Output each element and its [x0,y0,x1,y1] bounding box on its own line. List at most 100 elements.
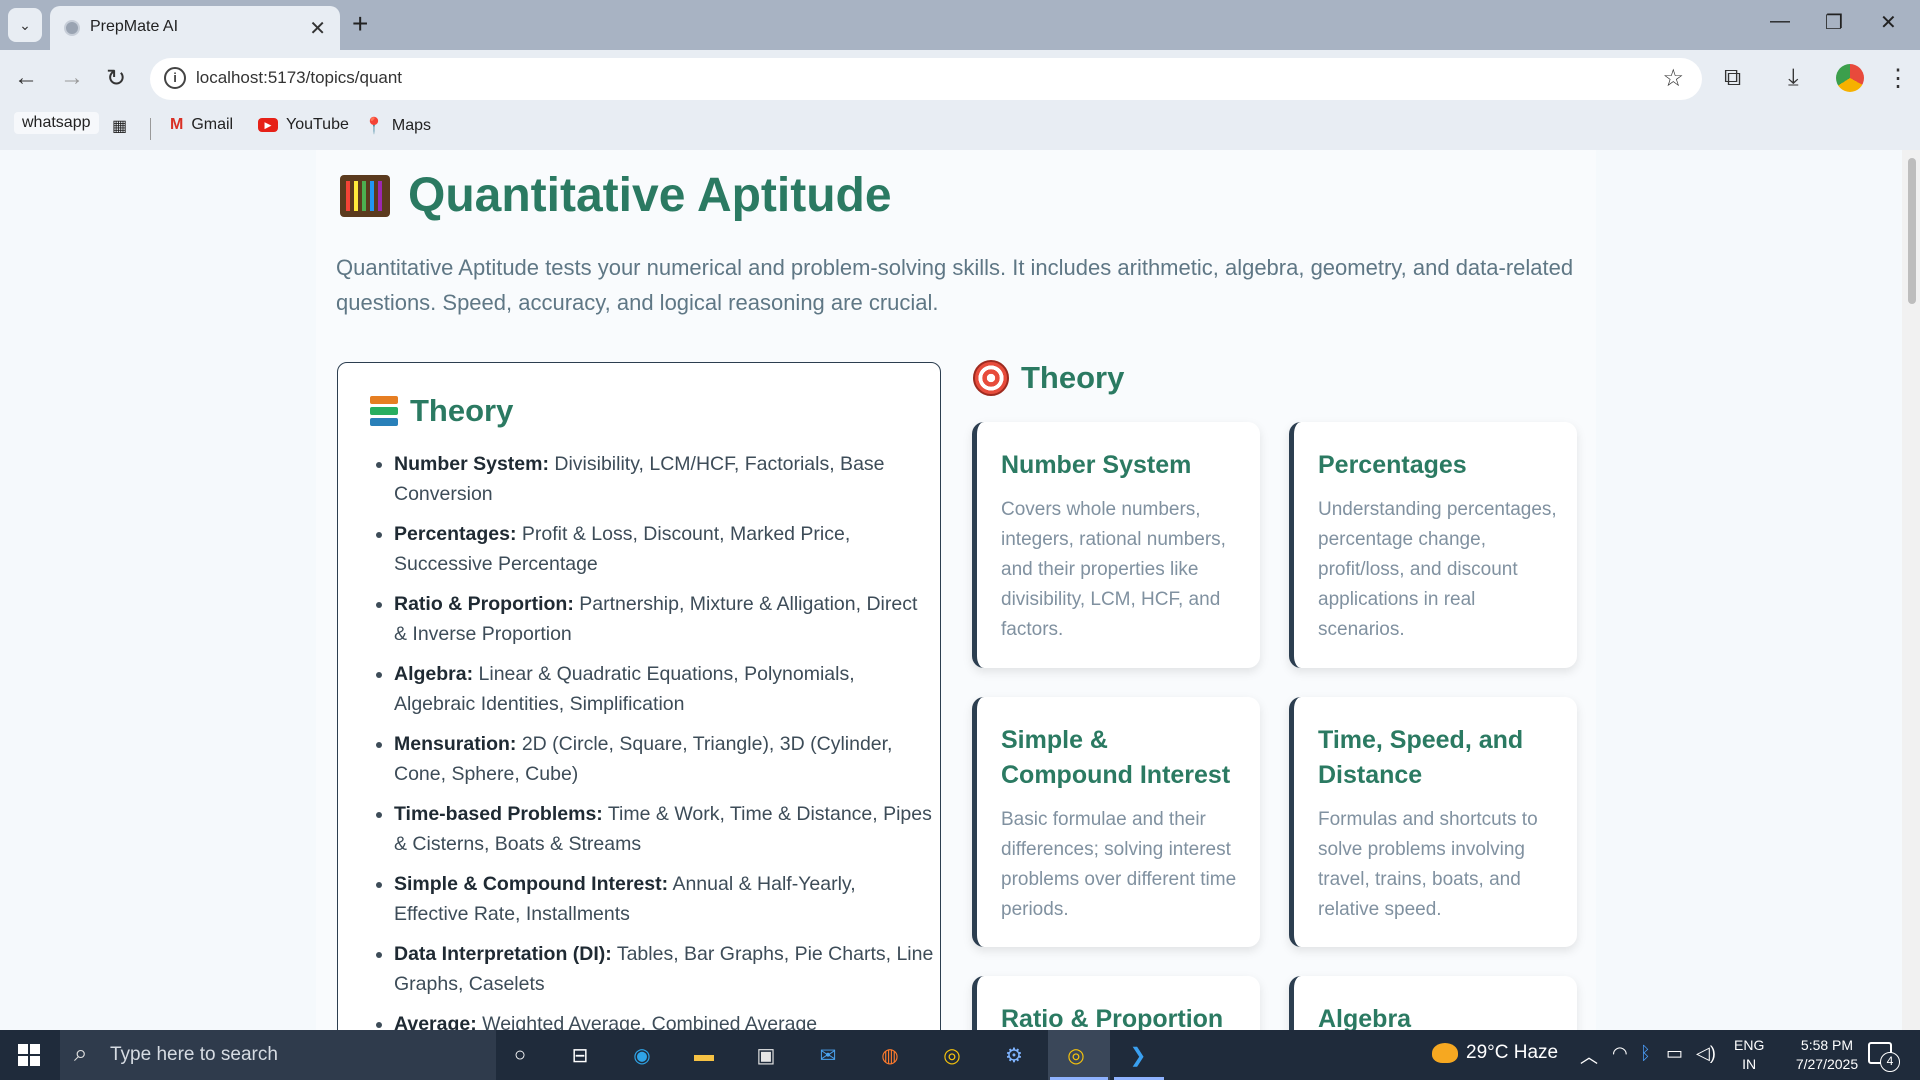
list-item-label: Simple & Compound Interest: [394,873,669,895]
tab-search-chevron-icon[interactable]: ⌄ [8,8,42,42]
clock-date: 7/27/2025 [1795,1056,1859,1072]
back-arrow-icon[interactable]: ← [14,64,38,92]
weather-haze-icon [1432,1043,1458,1063]
theory-card: Theory Number System: Divisibility, LCM/… [337,362,941,1030]
app-blue-icon[interactable]: ⚙ [998,1040,1030,1070]
list-item-label: Number System: [394,453,549,475]
page-title: Quantitative Aptitude [340,168,892,223]
list-item: Average: Weighted Average, Combined Aver… [394,1009,934,1030]
url-text[interactable]: localhost:5173/topics/quant [196,68,402,88]
reload-icon[interactable]: ↻ [106,64,126,93]
task-view-icon[interactable]: ⊟ [564,1040,596,1070]
bookmark-gmail-label: Gmail [191,116,234,133]
topic-card-title: Time, Speed, and Distance [1318,726,1524,789]
abacus-icon [340,174,390,217]
new-tab-button[interactable]: + [352,8,368,40]
profile-avatar[interactable] [1836,64,1864,92]
windows-taskbar: ⌕ Type here to search ○ ⊟ ◉ ▬ ▣ ✉ ◍ ◎ ⚙ … [0,1030,1920,1080]
gmail-icon: M [170,116,184,133]
list-item: Percentages: Profit & Loss, Discount, Ma… [394,519,934,579]
list-item: Time-based Problems: Time & Work, Time &… [394,799,934,859]
bookmark-youtube[interactable]: ▶ YouTube [258,116,349,134]
topic-card-ratio-proportion[interactable]: Ratio & Proportion [972,976,1260,1030]
language-region: IN [1742,1056,1757,1072]
page-scrollbar[interactable] [1902,150,1920,1030]
bookmark-gmail[interactable]: M Gmail [170,116,233,134]
bookmark-maps-label: Maps [391,117,432,134]
chrome-icon[interactable]: ◎ [936,1040,968,1070]
notification-count: 4 [1880,1052,1900,1072]
edge-browser-icon[interactable]: ◉ [626,1040,658,1070]
cortana-circle-icon[interactable]: ○ [504,1040,536,1070]
vscode-icon[interactable]: ❯ [1122,1040,1154,1070]
bookmark-maps[interactable]: 📍 Maps [364,116,431,136]
list-item: Algebra: Linear & Quadratic Equations, P… [394,659,934,719]
page-viewport: Quantitative Aptitude Quantitative Aptit… [0,150,1920,1030]
youtube-icon: ▶ [258,118,278,132]
firefox-icon[interactable]: ◍ [874,1040,906,1070]
bookmark-youtube-label: YouTube [286,116,349,133]
tab-close-icon[interactable]: ✕ [309,16,326,41]
bluetooth-icon[interactable]: ᛒ [1640,1043,1651,1064]
extensions-icon[interactable]: ⧉ [1724,64,1741,92]
topic-card-desc: Covers whole numbers, integers, rational… [1001,499,1226,640]
bookmark-whatsapp[interactable]: whatsapp [14,112,99,134]
taskbar-clock[interactable]: 5:58 PM 7/27/2025 [1772,1036,1882,1074]
tray-chevron-up-icon[interactable]: ︿ [1580,1043,1598,1069]
download-icon[interactable]: ⤓ [1788,64,1799,92]
theory-card-title: Theory [410,393,514,428]
bookmarks-bar: whatsapp ▦ M Gmail ▶ YouTube 📍 Maps [0,108,1920,148]
clock-time: 5:58 PM [1800,1037,1854,1053]
list-item-text: Weighted Average, Combined Average [476,1013,818,1030]
topic-card-title: Percentages [1318,451,1467,479]
theory-card-heading: Theory [370,393,513,429]
forward-arrow-icon[interactable]: → [60,64,84,92]
chrome-active-icon[interactable]: ◎ [1060,1040,1092,1070]
theory-topic-list: Number System: Divisibility, LCM/HCF, Fa… [370,449,934,1030]
mail-icon[interactable]: ✉ [812,1040,844,1070]
list-item-label: Data Interpretation (DI): [394,943,612,965]
topic-card-title: Simple & Compound Interest [1001,726,1231,789]
site-info-icon[interactable]: i [164,67,186,89]
weather-text: 29°C Haze [1466,1042,1559,1063]
list-item-label: Percentages: [394,523,517,545]
list-item-label: Algebra: [394,663,474,685]
intro-paragraph: Quantitative Aptitude tests your numeric… [336,255,1574,315]
address-bar[interactable]: i localhost:5173/topics/quant ☆ [150,58,1702,100]
tab-title: PrepMate AI [90,18,179,35]
close-window-button[interactable]: ✕ [1880,10,1897,35]
apps-grid-icon[interactable]: ▦ [112,116,127,136]
scrollbar-thumb[interactable] [1908,158,1916,304]
list-item-label: Time-based Problems: [394,803,603,825]
topic-card-algebra[interactable]: Algebra [1289,976,1577,1030]
minimize-button[interactable]: — [1770,10,1790,33]
tab-bar: ⌄ PrepMate AI ✕ + — ❐ ✕ [0,0,1920,50]
topic-card-desc: Basic formulae and their differences; so… [1001,809,1237,920]
file-explorer-icon[interactable]: ▬ [688,1040,720,1070]
maps-pin-icon: 📍 [364,118,384,135]
topic-card-desc: Formulas and shortcuts to solve problems… [1318,809,1538,920]
right-theory-title: Theory [1021,360,1125,395]
topic-card-percentages[interactable]: Percentages Understanding percentages, p… [1289,422,1577,668]
taskbar-search[interactable]: ⌕ Type here to search [60,1030,496,1080]
topic-card-simple-compound-interest[interactable]: Simple & Compound Interest Basic formula… [972,697,1260,947]
menu-kebab-icon[interactable]: ⋮ [1886,64,1910,93]
browser-tab[interactable]: PrepMate AI ✕ [50,6,340,50]
topic-card-number-system[interactable]: Number System Covers whole numbers, inte… [972,422,1260,668]
list-item: Mensuration: 2D (Circle, Square, Triangl… [394,729,934,789]
language-indicator[interactable]: ENG IN [1734,1036,1764,1074]
topic-card-time-speed-distance[interactable]: Time, Speed, and Distance Formulas and s… [1289,697,1577,947]
list-item: Number System: Divisibility, LCM/HCF, Fa… [394,449,934,509]
microsoft-store-icon[interactable]: ▣ [750,1040,782,1070]
battery-icon[interactable]: ▭ [1666,1043,1683,1064]
weather-widget[interactable]: 29°C Haze [1432,1042,1558,1064]
volume-icon[interactable]: ◁) [1696,1043,1716,1064]
language-code: ENG [1734,1037,1765,1053]
windows-start-icon[interactable] [18,1044,40,1066]
bookmark-star-icon[interactable]: ☆ [1662,64,1684,93]
taskbar-search-placeholder: Type here to search [110,1044,278,1065]
restore-button[interactable]: ❐ [1825,10,1843,35]
topic-card-title: Ratio & Proportion [1001,1005,1224,1030]
tab-favicon-icon [64,20,80,36]
wifi-icon[interactable]: ◠ [1612,1043,1628,1064]
